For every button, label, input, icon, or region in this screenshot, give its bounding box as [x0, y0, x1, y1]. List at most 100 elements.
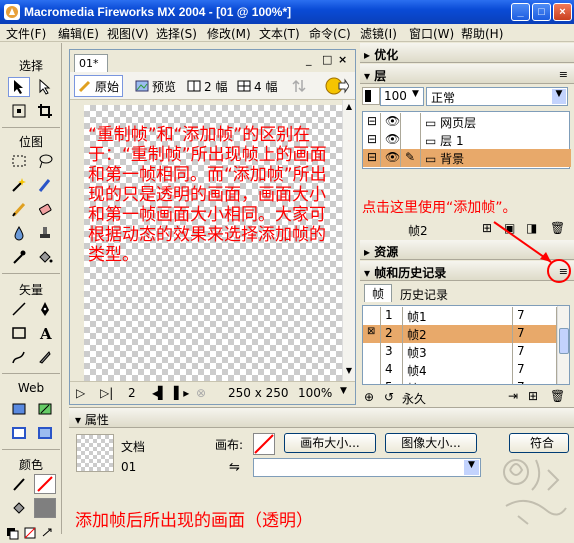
menu-view[interactable]: 视图(V) [107, 25, 149, 42]
new-sublayer-icon[interactable]: ⊞ [482, 221, 492, 235]
menu-edit[interactable]: 编辑(E) [58, 25, 99, 42]
document-select[interactable]: ▼ [253, 458, 481, 477]
scroll-up-icon[interactable]: ▲ [344, 102, 354, 114]
document-tab[interactable]: 01* [74, 54, 108, 72]
last-frame-icon[interactable]: ▷| [100, 386, 113, 400]
frames-scroll-thumb[interactable] [559, 328, 569, 354]
pen-tool-icon[interactable] [34, 299, 56, 319]
text-tool-icon[interactable]: A [34, 323, 56, 343]
menu-text[interactable]: 文本(T) [259, 25, 300, 42]
blur-tool-icon[interactable] [8, 223, 30, 243]
prev-frame-icon[interactable]: ◂▌ [152, 386, 167, 400]
loop-count-label[interactable]: 永久 [402, 390, 426, 407]
expand-toggle-icon[interactable]: ⊟ [363, 131, 381, 149]
menu-help[interactable]: 帮助(H) [461, 25, 503, 42]
canvas-color-swatch[interactable] [253, 433, 275, 455]
brush-tool-icon[interactable] [34, 175, 56, 195]
fill-color-icon[interactable] [8, 498, 30, 518]
original-view-button[interactable]: 原始 [74, 75, 124, 97]
crop-tool-icon[interactable] [34, 101, 56, 121]
magic-wand-tool-icon[interactable] [8, 175, 30, 195]
eye-icon[interactable]: 👁 [381, 131, 401, 149]
frame-row[interactable]: 1 帧1 7 [363, 307, 569, 325]
two-up-view-button[interactable]: 2 幅 [184, 75, 230, 97]
menu-modify[interactable]: 修改(M) [207, 25, 251, 42]
close-button[interactable]: × [553, 3, 572, 21]
layer-row[interactable]: ⊟ 👁 ▭ 网页层 [363, 113, 571, 131]
delete-frame-icon[interactable]: 🗑 [550, 389, 565, 403]
stroke-swatch[interactable] [34, 474, 56, 494]
frames-panel-header[interactable]: ▾ 帧和历史记录 ≡ [360, 261, 574, 281]
canvas[interactable]: “重制帧”和“添加帧”的区别在于：“重制帧”所出现帧上的画面和第一帧相同。而“添… [84, 105, 342, 381]
trash-icon[interactable]: 🗑 [550, 221, 565, 235]
onion-skinning-icon[interactable]: ⊕ [364, 390, 374, 404]
zoom-select[interactable]: 100% [298, 386, 332, 400]
menu-filters[interactable]: 滤镜(I) [360, 25, 397, 42]
play-icon[interactable]: ▷ [76, 386, 85, 400]
doc-restore-button[interactable]: □ [322, 53, 332, 66]
doc-minimize-button[interactable]: _ [306, 53, 312, 66]
distribute-to-frames-icon[interactable]: ⇥ [508, 389, 518, 403]
doc-close-button[interactable]: × [338, 53, 347, 66]
expand-toggle-icon[interactable]: ⊟ [363, 149, 381, 167]
vertical-scrollbar[interactable]: ▲ ▼ [342, 100, 355, 381]
menu-window[interactable]: 窗口(W) [409, 25, 454, 42]
subselect-tool-icon[interactable] [34, 77, 56, 97]
add-mask-icon[interactable]: ◨ [526, 221, 537, 235]
frame-row-selected[interactable]: ⊠ 2 帧2 7 [363, 325, 569, 343]
layer-row-selected[interactable]: ⊟ 👁 ✎ ▭ 背景 [363, 149, 571, 167]
gif-loop-icon[interactable]: ↺ [384, 390, 394, 404]
four-up-view-button[interactable]: 4 幅 [234, 75, 280, 97]
quick-export-button[interactable] [322, 75, 352, 97]
stop-icon[interactable]: ⊗ [196, 386, 206, 400]
rubber-stamp-tool-icon[interactable] [34, 223, 56, 243]
frames-scrollbar[interactable] [557, 306, 569, 384]
canvas-size-button[interactable]: 画布大小... [284, 433, 376, 453]
menu-file[interactable]: 文件(F) [6, 25, 46, 42]
freeform-tool-icon[interactable] [8, 347, 30, 367]
paint-bucket-tool-icon[interactable] [34, 247, 56, 267]
hotspot-tool-icon[interactable] [8, 399, 30, 419]
pencil-tool-icon[interactable] [8, 199, 30, 219]
eye-icon[interactable]: 👁 [381, 149, 401, 167]
zoom-dropdown-icon[interactable]: ▼ [340, 386, 347, 396]
image-size-button[interactable]: 图像大小... [385, 433, 477, 453]
blend-mode-select[interactable]: 正常 [426, 87, 568, 106]
maximize-button[interactable]: □ [532, 3, 551, 21]
opacity-dropdown-icon[interactable]: ▼ [412, 89, 419, 99]
preview-view-button[interactable]: 预览 [132, 75, 179, 97]
pointer-tool-icon[interactable] [8, 77, 30, 97]
new-layer-icon[interactable]: ▣ [504, 221, 515, 235]
onion-skin-icon[interactable]: ⊠ [363, 325, 381, 343]
assets-panel-header[interactable]: ▸ 资源 [360, 240, 574, 260]
marquee-tool-icon[interactable] [8, 151, 30, 171]
eyedropper-tool-icon[interactable] [8, 247, 30, 267]
layers-panel-header[interactable]: ▾ 层 ≡ [360, 64, 574, 84]
menu-select[interactable]: 选择(S) [156, 25, 197, 42]
add-frame-icon[interactable]: ⊞ [528, 389, 538, 403]
fill-swatch[interactable] [34, 498, 56, 518]
scroll-down-icon[interactable]: ▼ [344, 366, 354, 378]
menu-commands[interactable]: 命令(C) [309, 25, 351, 42]
eye-icon[interactable]: 👁 [381, 113, 401, 131]
optimize-panel-header[interactable]: ▸ 优化 [360, 43, 574, 63]
title-bar[interactable]: Macromedia Fireworks MX 2004 - [01 @ 100… [0, 0, 574, 24]
scale-tool-icon[interactable] [8, 101, 30, 121]
color-reset-icons[interactable] [4, 523, 58, 543]
frame-row[interactable]: 3 帧3 7 [363, 343, 569, 361]
knife-tool-icon[interactable] [34, 347, 56, 367]
frame-row[interactable]: 5 帧5 7 [363, 379, 569, 384]
stroke-color-icon[interactable] [8, 474, 30, 494]
hide-hotspots-icon[interactable] [8, 423, 30, 443]
edit-pencil-icon[interactable]: ✎ [401, 149, 421, 167]
show-hotspots-icon[interactable] [34, 423, 56, 443]
frame-row[interactable]: 4 帧4 7 [363, 361, 569, 379]
export-preview-button[interactable] [288, 75, 310, 97]
select-dropdown-icon[interactable]: ▼ [464, 460, 479, 475]
next-frame-icon[interactable]: ▌▸ [174, 386, 189, 400]
expand-toggle-icon[interactable]: ⊟ [363, 113, 381, 131]
properties-panel-header[interactable]: ▾ 属性 [69, 408, 574, 428]
frames-tab[interactable]: 帧 [364, 284, 392, 302]
layer-row[interactable]: ⊟ 👁 ▭ 层 1 [363, 131, 571, 149]
slice-tool-icon[interactable] [34, 399, 56, 419]
